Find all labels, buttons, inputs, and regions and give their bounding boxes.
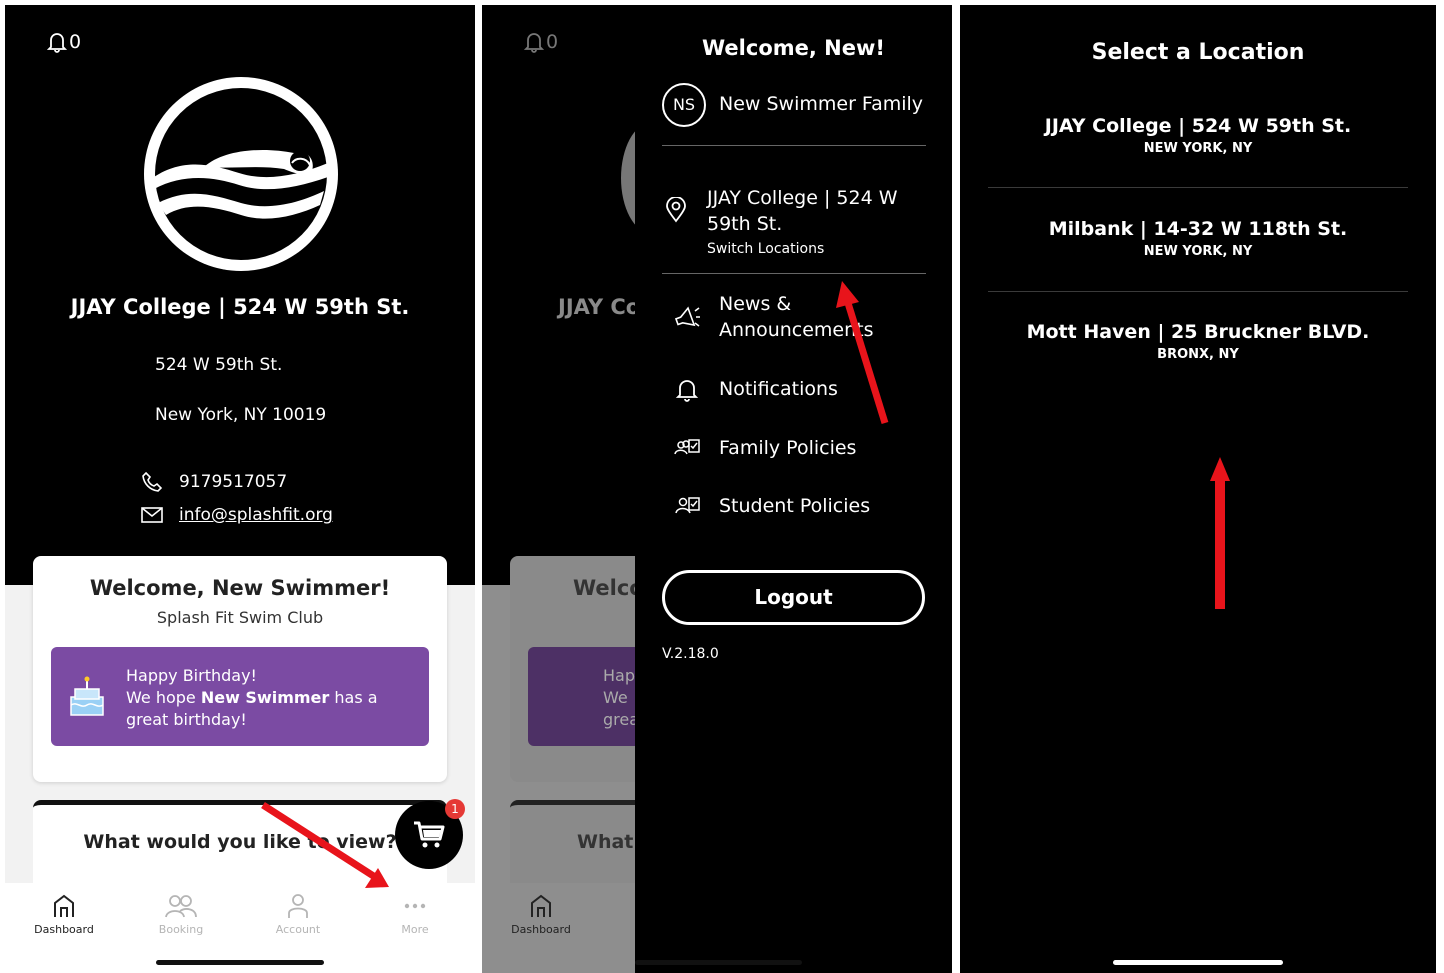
select-location-screen: Select a Location JJAY College | 524 W 5… — [960, 5, 1436, 973]
bell-icon — [524, 33, 544, 53]
menu-screen: 0 JJAY Co Welco Hap We grea What Dashboa… — [482, 5, 952, 973]
tab-dashboard: Dashboard — [501, 893, 581, 936]
red-arrow-to-more — [261, 802, 389, 888]
location-title-partial: JJAY Co — [558, 295, 641, 319]
dashboard-screen: 0 JJAY College | 524 W 59th St. 524 W 59… — [5, 5, 475, 973]
welcome-card-partial: Welco Hap We grea — [510, 556, 658, 782]
notification-count: 0 — [546, 31, 559, 53]
red-arrow-to-locations — [1210, 457, 1230, 609]
welcome-title-partial: Welco — [573, 576, 644, 600]
red-arrow-to-switch-locations — [836, 281, 889, 425]
home-indicator — [1113, 960, 1283, 965]
home-icon — [531, 894, 551, 917]
side-drawer: Welcome, New! NS New Swimmer Family JJAY… — [635, 5, 952, 973]
notification-bell: 0 — [524, 31, 558, 53]
tab-bar-partial: Dashboard — [482, 883, 635, 973]
